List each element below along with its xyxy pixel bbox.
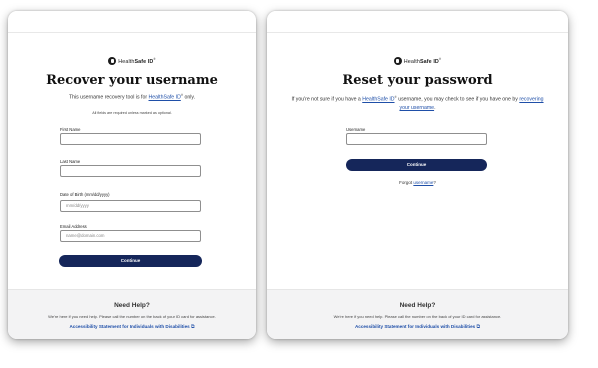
recover-username-card: HealthSafe ID® Recover your username Thi… <box>8 11 256 339</box>
recovering-link[interactable]: recovering <box>519 97 543 103</box>
top-bar <box>267 11 568 33</box>
last-name-label: Last Name <box>60 159 81 164</box>
healthsafe-logo: HealthSafe ID® <box>8 52 256 65</box>
subtitle: If you're not sure if you have a HealthS… <box>267 93 568 112</box>
page-title: Recover your username <box>46 73 218 88</box>
subtitle-text: If you're not sure if you have a <box>291 96 363 103</box>
forgot-username: Forgot username? <box>267 180 568 185</box>
accessibility-link-text[interactable]: Accessibility Statement for Individuals … <box>355 324 475 329</box>
dob-label: Date of Birth (mm/dd/yyyy) <box>60 192 110 197</box>
subtitle-text-end: . <box>434 104 436 111</box>
subtitle-text-end: only. <box>183 94 196 101</box>
brand-bold: Safe ID <box>419 58 439 65</box>
accessibility-link[interactable]: Accessibility Statement for Individuals … <box>8 324 256 330</box>
help-description: We're here if you need help. Please call… <box>48 314 216 319</box>
forgot-suffix: ? <box>433 180 436 185</box>
last-name-input[interactable] <box>60 165 201 177</box>
first-name-label: First Name <box>60 127 81 132</box>
forgot-prefix: Forgot <box>399 180 414 185</box>
dob-input[interactable]: mm/dd/yyyy <box>60 200 201 212</box>
healthsafe-id-link[interactable]: HealthSafe ID <box>149 95 181 101</box>
help-footer: Need Help? We're here if you need help. … <box>8 289 256 339</box>
brand-bold: Safe ID <box>134 58 154 65</box>
trademark: ® <box>438 57 442 62</box>
accessibility-link[interactable]: Accessibility Statement for Individuals … <box>267 324 568 330</box>
your-username-link[interactable]: your username <box>399 105 434 111</box>
help-description: We're here if you need help. Please call… <box>333 314 502 319</box>
trademark: ® <box>153 57 156 62</box>
continue-button[interactable]: Continue <box>59 255 202 267</box>
healthsafe-logo-icon <box>393 57 402 65</box>
first-name-input[interactable] <box>60 133 201 145</box>
brand-prefix: Health <box>118 58 135 65</box>
reset-password-card: HealthSafe ID® Reset your password If yo… <box>267 11 568 339</box>
healthsafe-logo: HealthSafe ID® <box>267 52 568 65</box>
email-label: Email Address <box>60 224 87 229</box>
username-label: Username <box>346 127 366 132</box>
subtitle-text: This username recovery tool is for <box>68 94 149 101</box>
forgot-username-link[interactable]: username <box>413 180 433 185</box>
continue-button[interactable]: Continue <box>346 159 487 171</box>
email-input[interactable]: name@domain.com <box>60 230 201 242</box>
required-note: All fields are required unless marked as… <box>92 111 172 115</box>
external-link-icon: ⧉ <box>190 324 195 330</box>
brand-prefix: Health <box>403 58 420 65</box>
subtitle-text-middle: username, you may check to see if you ha… <box>396 96 520 103</box>
help-heading: Need Help? <box>399 302 436 309</box>
page-title: Reset your password <box>342 73 493 88</box>
top-bar <box>8 11 256 33</box>
healthsafe-id-link[interactable]: HealthSafe ID <box>362 97 394 103</box>
external-link-icon: ⧉ <box>476 324 481 330</box>
subtitle: This username recovery tool is for Healt… <box>8 93 256 101</box>
accessibility-link-text[interactable]: Accessibility Statement for Individuals … <box>69 324 189 329</box>
help-heading: Need Help? <box>114 302 150 309</box>
help-footer: Need Help? We're here if you need help. … <box>267 289 568 339</box>
username-input[interactable] <box>346 133 487 145</box>
healthsafe-logo-icon <box>108 57 117 65</box>
